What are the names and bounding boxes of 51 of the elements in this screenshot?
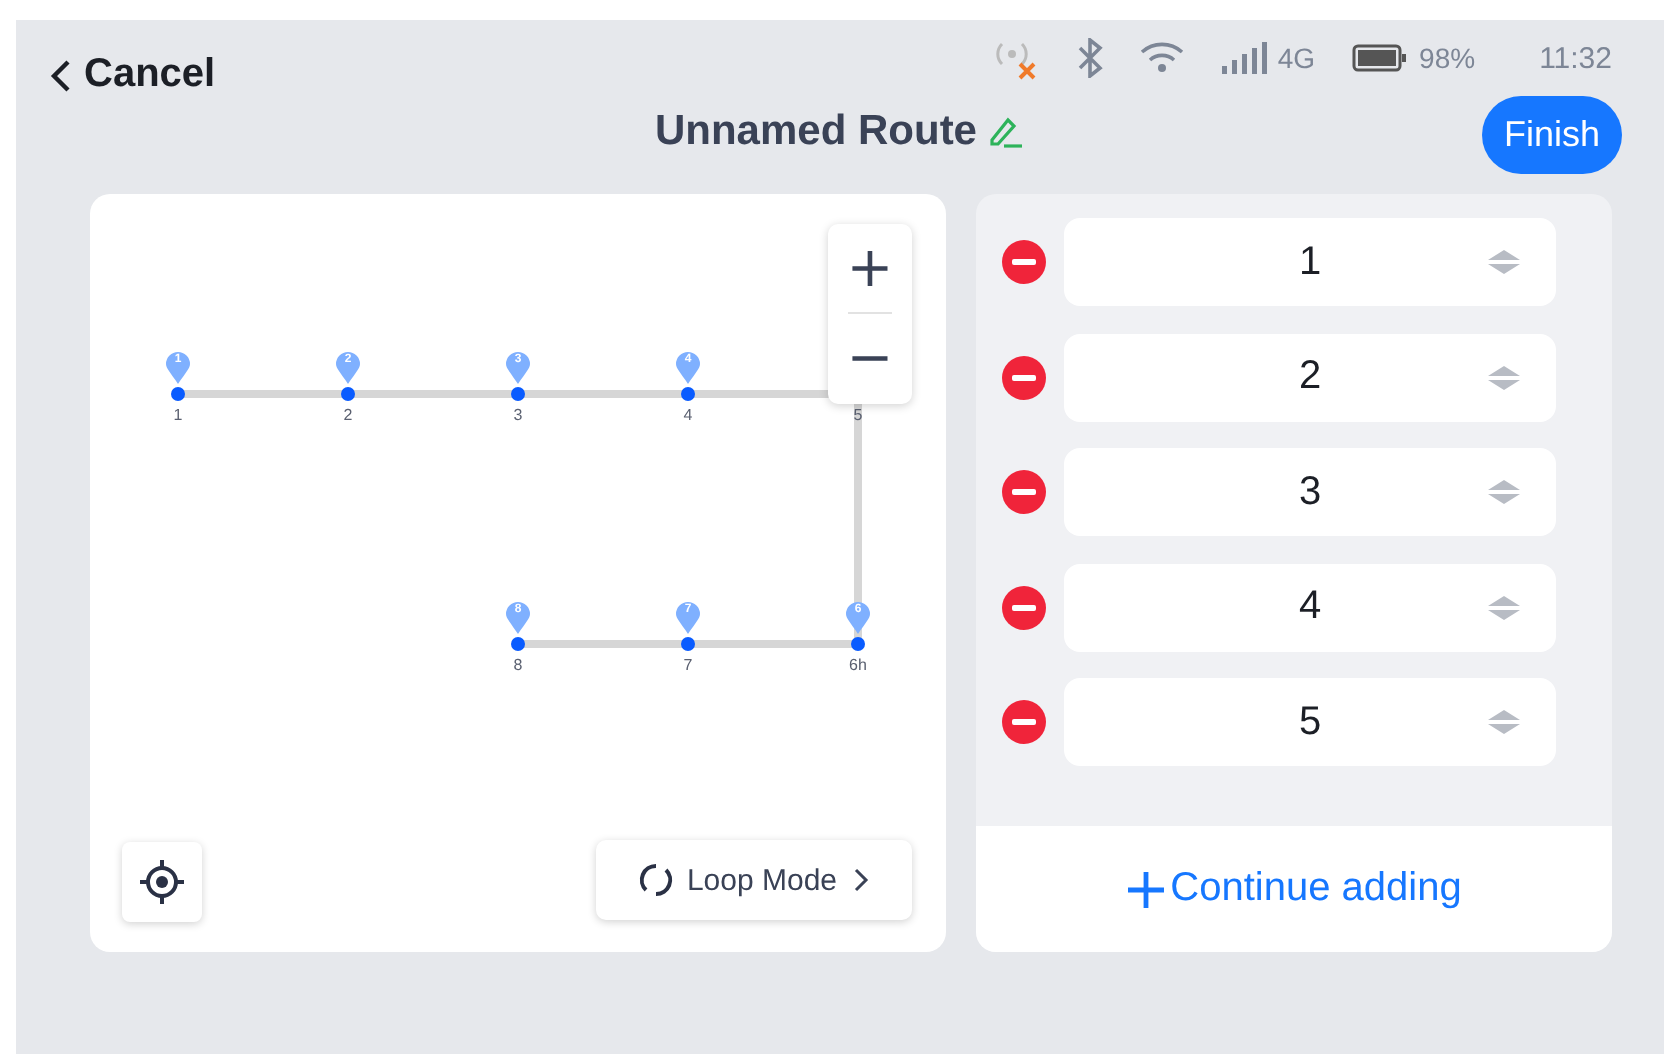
waypoint-name: 4	[1298, 584, 1322, 630]
waypoint-label: 1	[173, 406, 183, 424]
waypoint-label: 7	[683, 656, 693, 674]
network-type: 4G	[1277, 42, 1316, 74]
waypoint-dot	[171, 387, 185, 401]
edit-icon[interactable]	[985, 112, 1025, 152]
chevron-right-icon	[849, 866, 870, 894]
waypoint-name: 2	[1298, 354, 1322, 400]
waypoint-label: 2	[343, 406, 353, 424]
back-chevron-icon	[48, 57, 72, 93]
waypoint-label: 8	[513, 656, 523, 674]
route-title: Unnamed Route	[654, 108, 977, 156]
locate-button[interactable]	[122, 842, 202, 922]
waypoint-card[interactable]: 5	[1064, 678, 1556, 766]
waypoint-dot	[511, 387, 525, 401]
waypoint-card[interactable]: 1	[1064, 218, 1556, 306]
battery-level: 98%	[1419, 42, 1476, 74]
cell-signal-icon	[1219, 42, 1272, 74]
waypoint-label: 5	[853, 406, 863, 424]
finish-button[interactable]: Finish	[1481, 96, 1622, 174]
battery-icon	[1351, 44, 1408, 72]
loop-icon	[638, 862, 675, 898]
wifi-icon	[1139, 42, 1184, 74]
waypoint-label: 3	[513, 406, 523, 424]
plus-icon	[1126, 869, 1167, 909]
delete-icon[interactable]	[1002, 700, 1046, 744]
waypoint-name: 5	[1298, 699, 1322, 745]
waypoint-card[interactable]: 3	[1064, 448, 1556, 536]
crosshair-icon	[138, 858, 186, 906]
loop-mode-button[interactable]: Loop Mode	[596, 840, 912, 920]
waypoint-card[interactable]: 2	[1064, 333, 1556, 421]
waypoint-name: 1	[1298, 239, 1322, 285]
bluetooth-icon	[1075, 38, 1104, 78]
waypoint-label: 4	[683, 406, 693, 424]
delete-icon[interactable]	[1002, 470, 1046, 514]
zoom-out-button[interactable]: −	[828, 314, 912, 402]
delete-icon[interactable]	[1002, 585, 1046, 629]
waypoint-label: 6h	[849, 656, 867, 674]
continue-adding-button[interactable]: Continue adding	[1114, 864, 1474, 914]
waypoint-dot	[681, 637, 695, 651]
waypoint-name: 3	[1298, 469, 1322, 515]
waypoint-dot	[681, 387, 695, 401]
clock-time: 11:32	[1539, 41, 1612, 75]
waypoint-card[interactable]: 4	[1064, 563, 1556, 651]
zoom-in-button[interactable]: +	[828, 224, 912, 312]
cancel-button[interactable]: Cancel	[48, 52, 216, 98]
waypoint-dot	[511, 637, 525, 651]
delete-icon[interactable]	[1002, 240, 1046, 284]
delete-icon[interactable]	[1002, 355, 1046, 399]
waypoint-dot	[851, 637, 865, 651]
waypoint-dot	[341, 387, 355, 401]
